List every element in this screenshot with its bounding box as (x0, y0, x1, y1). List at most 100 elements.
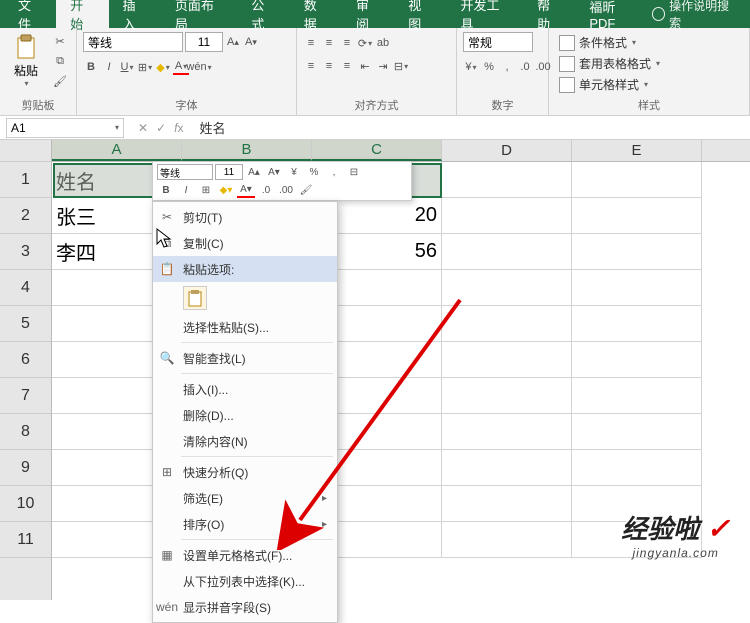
cell-d1[interactable] (442, 162, 572, 198)
mini-font-color-icon[interactable]: A▾ (237, 182, 255, 198)
underline-button[interactable]: U▾ (119, 59, 135, 75)
formula-input[interactable]: 姓名 (191, 118, 750, 137)
currency-icon[interactable]: ¥▾ (463, 59, 479, 75)
cell[interactable] (442, 522, 572, 558)
row-header-1[interactable]: 1 (0, 162, 51, 198)
col-header-a[interactable]: A (52, 140, 182, 161)
cancel-icon[interactable]: ✕ (138, 121, 148, 135)
cm-delete[interactable]: 删除(D)... (153, 402, 337, 428)
cell[interactable] (442, 342, 572, 378)
cm-phonetic[interactable]: wén显示拼音字段(S) (153, 594, 337, 620)
merge-button[interactable]: ⊟▾ (393, 58, 409, 74)
row-header-3[interactable]: 3 (0, 234, 51, 270)
cm-smart-lookup[interactable]: 🔍智能查找(L) (153, 345, 337, 371)
mini-font-input[interactable] (157, 164, 213, 180)
cm-format-cells[interactable]: ▦设置单元格格式(F)... (153, 542, 337, 568)
mini-painter-icon[interactable]: 🖌 (297, 182, 315, 198)
col-header-d[interactable]: D (442, 140, 572, 161)
col-header-c[interactable]: C (312, 140, 442, 161)
percent-icon[interactable]: % (481, 59, 497, 75)
italic-button[interactable]: I (101, 59, 117, 75)
row-header-4[interactable]: 4 (0, 270, 51, 306)
cell-e2[interactable] (572, 198, 702, 234)
align-top-icon[interactable]: ≡ (303, 35, 319, 51)
mini-border-icon[interactable]: ⊞ (197, 182, 215, 198)
conditional-format-button[interactable]: 条件格式▾ (555, 32, 640, 53)
orientation-icon[interactable]: ⟳▾ (357, 35, 373, 51)
paste-button[interactable]: 粘贴 ▾ (6, 32, 46, 90)
cell[interactable] (442, 378, 572, 414)
cm-clear[interactable]: 清除内容(N) (153, 428, 337, 454)
cm-filter[interactable]: 筛选(E)▸ (153, 485, 337, 511)
cell-d2[interactable] (442, 198, 572, 234)
mini-bold-icon[interactable]: B (157, 182, 175, 198)
fx-icon[interactable]: fx (174, 121, 183, 135)
cell-d3[interactable] (442, 234, 572, 270)
row-header-7[interactable]: 7 (0, 378, 51, 414)
cell[interactable] (442, 450, 572, 486)
mini-dec-icon[interactable]: .0 (257, 182, 275, 198)
increase-font-icon[interactable]: A▴ (225, 34, 241, 50)
indent-dec-icon[interactable]: ⇤ (357, 58, 373, 74)
mini-percent-icon[interactable]: % (305, 164, 323, 180)
mini-dec-font-icon[interactable]: A▾ (265, 164, 283, 180)
copy-button[interactable]: ⧉ (50, 52, 70, 70)
mini-fill-icon[interactable]: ◆▾ (217, 182, 235, 198)
cell[interactable] (572, 306, 702, 342)
cell[interactable] (572, 342, 702, 378)
cm-insert[interactable]: 插入(I)... (153, 376, 337, 402)
row-header-5[interactable]: 5 (0, 306, 51, 342)
cm-quick-analysis[interactable]: ⊞快速分析(Q) (153, 459, 337, 485)
table-format-button[interactable]: 套用表格格式▾ (555, 53, 664, 74)
cell[interactable] (572, 450, 702, 486)
row-header-6[interactable]: 6 (0, 342, 51, 378)
align-left-icon[interactable]: ≡ (303, 58, 319, 74)
comma-icon[interactable]: , (499, 59, 515, 75)
align-middle-icon[interactable]: ≡ (321, 35, 337, 51)
cm-paste-options[interactable]: 📋粘贴选项: (153, 256, 337, 282)
cell-styles-button[interactable]: 单元格样式▾ (555, 74, 652, 95)
align-bottom-icon[interactable]: ≡ (339, 35, 355, 51)
align-right-icon[interactable]: ≡ (339, 58, 355, 74)
row-header-8[interactable]: 8 (0, 414, 51, 450)
cell-e3[interactable] (572, 234, 702, 270)
cell[interactable] (572, 414, 702, 450)
tell-me[interactable]: 操作说明搜索 (652, 0, 736, 31)
col-header-e[interactable]: E (572, 140, 702, 161)
format-painter-button[interactable]: 🖌 (50, 72, 70, 90)
mini-comma-icon[interactable]: , (325, 164, 343, 180)
cell[interactable] (442, 270, 572, 306)
row-header-10[interactable]: 10 (0, 486, 51, 522)
select-all-corner[interactable] (0, 140, 51, 162)
mini-inc-font-icon[interactable]: A▴ (245, 164, 263, 180)
align-center-icon[interactable]: ≡ (321, 58, 337, 74)
phonetic-button[interactable]: wén▾ (191, 59, 207, 75)
cm-sort[interactable]: 排序(O)▸ (153, 511, 337, 537)
cut-button[interactable]: ✂ (50, 32, 70, 50)
bold-button[interactable]: B (83, 59, 99, 75)
cm-paste-special[interactable]: 选择性粘贴(S)... (153, 314, 337, 340)
mini-merge-icon[interactable]: ⊟ (345, 164, 363, 180)
mini-inc-icon[interactable]: .00 (277, 182, 295, 198)
indent-inc-icon[interactable]: ⇥ (375, 58, 391, 74)
cm-copy[interactable]: ⧉复制(C) (153, 230, 337, 256)
mini-italic-icon[interactable]: I (177, 182, 195, 198)
cell[interactable] (572, 270, 702, 306)
wrap-text-icon[interactable]: ab (375, 35, 391, 51)
name-box[interactable]: A1▾ (6, 118, 124, 138)
number-format-input[interactable] (463, 32, 533, 52)
inc-decimal-icon[interactable]: .0 (517, 59, 533, 75)
fill-color-button[interactable]: ◆▾ (155, 59, 171, 75)
cell[interactable] (442, 306, 572, 342)
mini-currency-icon[interactable]: ¥ (285, 164, 303, 180)
cell-e1[interactable] (572, 162, 702, 198)
font-size-input[interactable] (185, 32, 223, 52)
decrease-font-icon[interactable]: A▾ (243, 34, 259, 50)
col-header-b[interactable]: B (182, 140, 312, 161)
mini-size-input[interactable] (215, 164, 243, 180)
border-button[interactable]: ⊞▾ (137, 59, 153, 75)
row-header-2[interactable]: 2 (0, 198, 51, 234)
paste-option-default[interactable] (183, 286, 207, 310)
cm-dropdown-list[interactable]: 从下拉列表中选择(K)... (153, 568, 337, 594)
font-name-input[interactable] (83, 32, 183, 52)
